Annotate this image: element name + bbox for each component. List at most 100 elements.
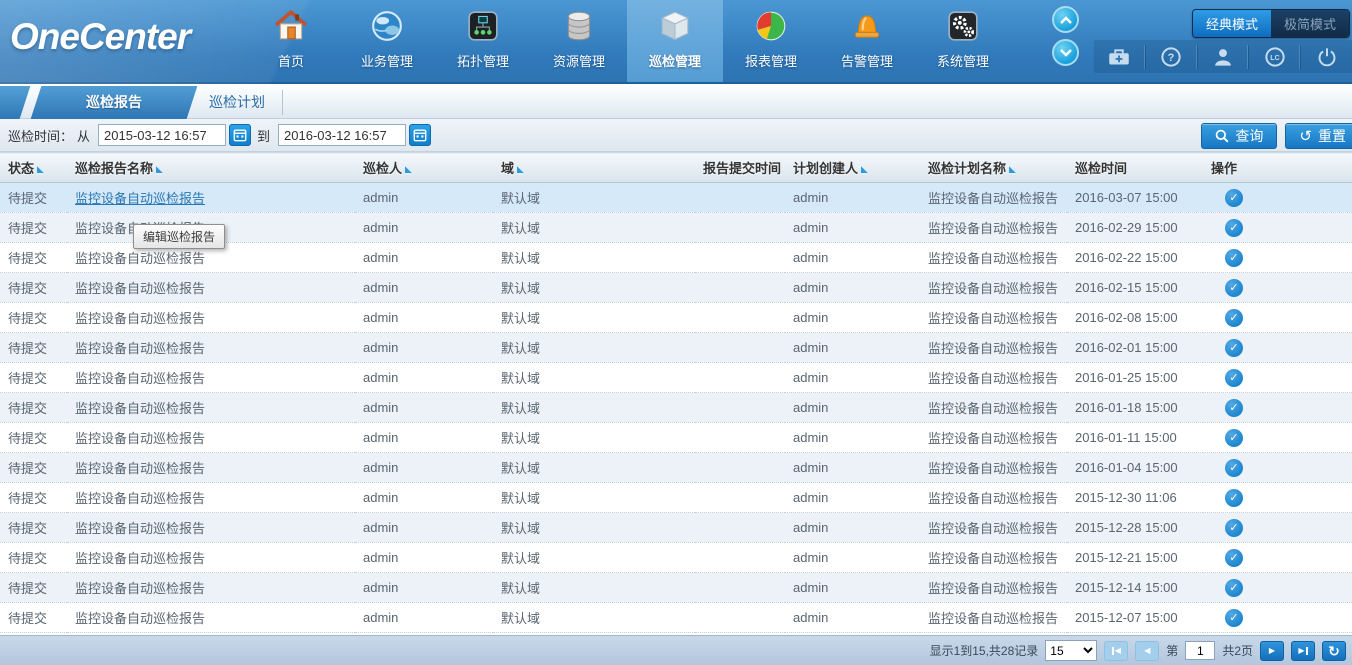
- check-icon[interactable]: ✓: [1225, 189, 1243, 207]
- check-icon[interactable]: ✓: [1225, 219, 1243, 237]
- check-icon[interactable]: ✓: [1225, 519, 1243, 537]
- operation-cell: ✓: [1203, 363, 1352, 393]
- page-size-select[interactable]: 15: [1045, 640, 1097, 661]
- user-button[interactable]: [1197, 45, 1249, 69]
- report-name-cell[interactable]: 监控设备自动巡检报告: [67, 303, 355, 333]
- column-header-status[interactable]: 状态◣: [0, 153, 67, 183]
- domain-cell: 默认域: [493, 513, 695, 543]
- column-header-plan-creator[interactable]: 计划创建人◣: [785, 153, 920, 183]
- table-row: 待提交 监控设备自动巡检报告 admin 默认域 admin 监控设备自动巡检报…: [0, 273, 1352, 303]
- report-name-cell[interactable]: 监控设备自动巡检报告: [67, 333, 355, 363]
- tab-bar-decoration: [0, 86, 30, 119]
- report-name-cell[interactable]: 监控设备自动巡检报告: [67, 603, 355, 633]
- query-button[interactable]: 查询: [1201, 123, 1277, 149]
- scroll-up-button[interactable]: [1052, 6, 1079, 33]
- nav-item-resource[interactable]: 资源管理: [531, 0, 627, 82]
- check-icon[interactable]: ✓: [1225, 459, 1243, 477]
- operation-cell: ✓: [1203, 453, 1352, 483]
- check-icon[interactable]: ✓: [1225, 579, 1243, 597]
- submit-time-cell: [695, 543, 785, 573]
- scroll-down-button[interactable]: [1052, 39, 1079, 66]
- inspection-time-cell: 2015-12-30 11:06: [1067, 483, 1203, 513]
- tab-inspection-plan[interactable]: 巡检计划: [192, 86, 282, 119]
- check-icon[interactable]: ✓: [1225, 549, 1243, 567]
- column-header-inspector[interactable]: 巡检人◣: [355, 153, 493, 183]
- check-icon[interactable]: ✓: [1225, 399, 1243, 417]
- report-name-cell[interactable]: 监控设备自动巡检报告: [67, 573, 355, 603]
- inspection-time-cell: 2016-01-25 15:00: [1067, 363, 1203, 393]
- check-icon[interactable]: ✓: [1225, 339, 1243, 357]
- previous-page-button[interactable]: ◀: [1135, 641, 1159, 661]
- nav-item-home[interactable]: 首页: [243, 0, 339, 82]
- nav-item-topology[interactable]: 拓扑管理: [435, 0, 531, 82]
- column-header-plan-name[interactable]: 巡检计划名称◣: [920, 153, 1067, 183]
- nav-item-business[interactable]: 业务管理: [339, 0, 435, 82]
- check-icon[interactable]: ✓: [1225, 429, 1243, 447]
- report-name-cell[interactable]: 监控设备自动巡检报告: [67, 543, 355, 573]
- column-header-domain[interactable]: 域◣: [493, 153, 695, 183]
- report-name-cell[interactable]: 监控设备自动巡检报告: [67, 513, 355, 543]
- check-icon[interactable]: ✓: [1225, 369, 1243, 387]
- plan-name-cell: 监控设备自动巡检报告: [920, 483, 1067, 513]
- status-cell: 待提交: [0, 483, 67, 513]
- report-table-body: 待提交 监控设备自动巡检报告 admin 默认域 admin 监控设备自动巡检报…: [0, 183, 1352, 633]
- nav-item-system[interactable]: 系统管理: [915, 0, 1011, 82]
- check-icon[interactable]: ✓: [1225, 609, 1243, 627]
- submit-time-cell: [695, 273, 785, 303]
- to-date-input[interactable]: [278, 124, 406, 146]
- status-cell: 待提交: [0, 453, 67, 483]
- pagination-bar: 显示1到15,共28记录 15 ◀ ◀ 第 共2页 ▶ ▶ ↻: [0, 635, 1352, 665]
- inspection-time-cell: 2016-03-07 15:00: [1067, 183, 1203, 213]
- table-row: 待提交 监控设备自动巡检报告 admin 默认域 admin 监控设备自动巡检报…: [0, 543, 1352, 573]
- submit-time-cell: [695, 453, 785, 483]
- domain-cell: 默认域: [493, 543, 695, 573]
- report-name-cell[interactable]: 监控设备自动巡检报告: [67, 363, 355, 393]
- sort-icon: ◣: [156, 164, 163, 174]
- operation-cell: ✓: [1203, 543, 1352, 573]
- tab-inspection-report[interactable]: 巡检报告: [31, 86, 198, 119]
- plan-name-cell: 监控设备自动巡检报告: [920, 363, 1067, 393]
- domain-cell: 默认域: [493, 213, 695, 243]
- to-calendar-button[interactable]: [409, 124, 431, 146]
- license-button[interactable]: LC: [1248, 45, 1300, 69]
- check-icon[interactable]: ✓: [1225, 309, 1243, 327]
- column-header-operation: 操作: [1203, 153, 1352, 183]
- classic-mode-button[interactable]: 经典模式: [1193, 10, 1271, 37]
- submit-time-cell: [695, 423, 785, 453]
- first-page-button[interactable]: ◀: [1104, 641, 1128, 661]
- user-icon: [1212, 46, 1234, 68]
- inspector-cell: admin: [355, 243, 493, 273]
- submit-time-cell: [695, 213, 785, 243]
- report-name-cell[interactable]: 监控设备自动巡检报告: [67, 423, 355, 453]
- inspector-cell: admin: [355, 453, 493, 483]
- minimal-mode-button[interactable]: 极简模式: [1271, 10, 1349, 37]
- current-page-input[interactable]: [1185, 641, 1215, 660]
- refresh-button[interactable]: ↻: [1322, 641, 1346, 661]
- report-name-cell[interactable]: 监控设备自动巡检报告: [67, 453, 355, 483]
- from-calendar-button[interactable]: [229, 124, 251, 146]
- nav-item-report[interactable]: 报表管理: [723, 0, 819, 82]
- nav-item-inspection[interactable]: 巡检管理: [627, 0, 723, 82]
- report-name-cell[interactable]: 监控设备自动巡检报告: [67, 393, 355, 423]
- plan-name-cell: 监控设备自动巡检报告: [920, 603, 1067, 633]
- check-icon[interactable]: ✓: [1225, 489, 1243, 507]
- report-name-cell[interactable]: 监控设备自动巡检报告: [67, 183, 355, 213]
- from-label: 从: [77, 126, 90, 145]
- last-page-button[interactable]: ▶: [1291, 641, 1315, 661]
- check-icon[interactable]: ✓: [1225, 249, 1243, 267]
- report-name-cell[interactable]: 监控设备自动巡检报告: [67, 273, 355, 303]
- plan-name-cell: 监控设备自动巡检报告: [920, 333, 1067, 363]
- logout-button[interactable]: [1300, 45, 1352, 69]
- nav-item-alarm[interactable]: 告警管理: [819, 0, 915, 82]
- plan-creator-cell: admin: [785, 453, 920, 483]
- tab-divider: [282, 90, 283, 115]
- check-icon[interactable]: ✓: [1225, 279, 1243, 297]
- status-cell: 待提交: [0, 303, 67, 333]
- from-date-input[interactable]: [98, 124, 226, 146]
- next-page-button[interactable]: ▶: [1260, 641, 1284, 661]
- toolbox-button[interactable]: [1094, 45, 1145, 69]
- help-button[interactable]: ?: [1145, 45, 1197, 69]
- reset-button[interactable]: ↺ 重置: [1285, 123, 1352, 149]
- column-header-report-name[interactable]: 巡检报告名称◣: [67, 153, 355, 183]
- report-name-cell[interactable]: 监控设备自动巡检报告: [67, 483, 355, 513]
